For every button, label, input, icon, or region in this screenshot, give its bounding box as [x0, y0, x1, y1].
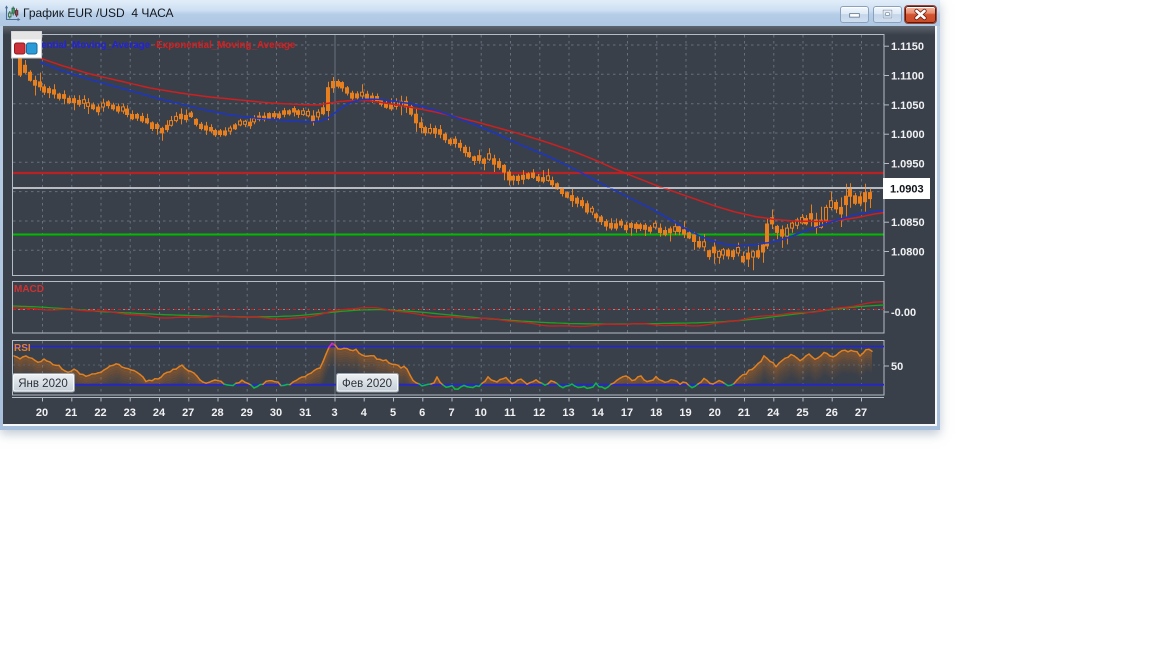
svg-text:1.1050: 1.1050	[891, 100, 925, 112]
svg-text:1.1150: 1.1150	[891, 41, 924, 53]
svg-text:ential_Moving_Average: ential_Moving_Average	[41, 40, 151, 51]
svg-text:20: 20	[36, 407, 48, 419]
svg-text:26: 26	[826, 407, 838, 419]
svg-text:4: 4	[361, 407, 368, 419]
svg-text:-0.00: -0.00	[891, 307, 916, 319]
svg-text:28: 28	[211, 407, 223, 419]
svg-text:1.0903: 1.0903	[890, 184, 924, 196]
svg-text:21: 21	[738, 407, 750, 419]
svg-text:1.0950: 1.0950	[891, 159, 925, 171]
svg-text:27: 27	[182, 407, 194, 419]
svg-text:10: 10	[475, 407, 487, 419]
svg-text:13: 13	[562, 407, 574, 419]
svg-text:50: 50	[891, 361, 903, 373]
svg-text:1.0800: 1.0800	[891, 247, 925, 259]
svg-text:30: 30	[270, 407, 282, 419]
svg-text:1.1100: 1.1100	[891, 71, 924, 83]
svg-text:11: 11	[504, 407, 516, 419]
svg-text:27: 27	[855, 407, 867, 419]
svg-text:23: 23	[124, 407, 136, 419]
svg-text:24: 24	[767, 407, 780, 419]
svg-text:24: 24	[153, 407, 166, 419]
svg-text:19: 19	[679, 407, 691, 419]
svg-text:25: 25	[796, 407, 808, 419]
svg-text:3: 3	[331, 407, 337, 419]
svg-text:20: 20	[709, 407, 721, 419]
svg-text:18: 18	[650, 407, 662, 419]
svg-text:17: 17	[621, 407, 633, 419]
svg-text:31: 31	[299, 407, 311, 419]
svg-text:MACD: MACD	[14, 284, 44, 295]
svg-text:1.1000: 1.1000	[891, 129, 925, 141]
svg-text:12: 12	[533, 407, 545, 419]
svg-text:7: 7	[448, 407, 454, 419]
svg-text:14: 14	[592, 407, 605, 419]
svg-text:6: 6	[419, 407, 425, 419]
svg-text:5: 5	[390, 407, 396, 419]
svg-text:29: 29	[241, 407, 253, 419]
svg-text:·Exponential_Moving_Average: ·Exponential_Moving_Average	[153, 40, 296, 51]
svg-text:22: 22	[94, 407, 106, 419]
svg-text:RSI: RSI	[14, 343, 31, 354]
svg-text:Янв 2020: Янв 2020	[18, 378, 68, 390]
svg-text:1.0850: 1.0850	[891, 217, 925, 229]
svg-text:21: 21	[65, 407, 77, 419]
svg-text:Фев 2020: Фев 2020	[342, 378, 392, 390]
